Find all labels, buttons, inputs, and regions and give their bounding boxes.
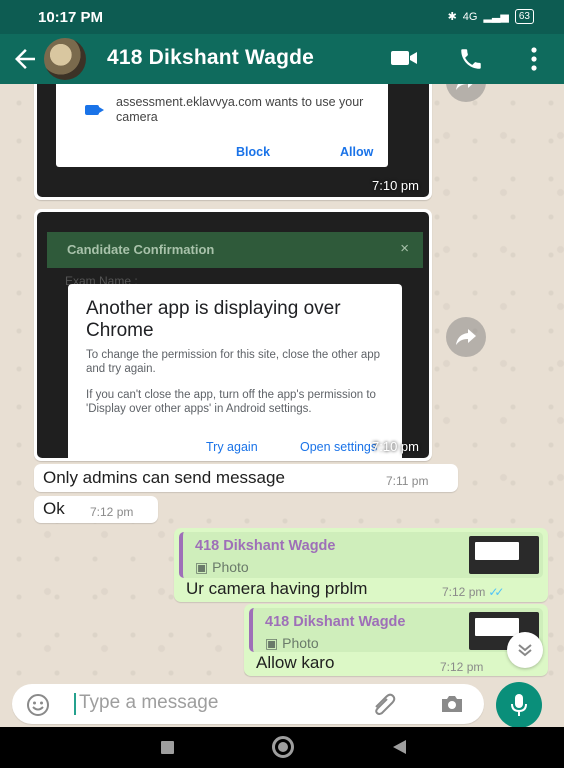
voice-call-icon[interactable] [458, 46, 484, 72]
message-ok[interactable]: Ok 7:12 pm [34, 496, 158, 523]
contact-avatar[interactable] [44, 38, 86, 80]
message-time: 7:12 pm [90, 505, 134, 519]
emoji-icon[interactable] [26, 693, 50, 717]
quoted-sender: 418 Dikshant Wagde [265, 614, 406, 630]
battery-icon: 63 [514, 9, 534, 24]
image-message-camera-permission[interactable]: assessment.eklavvya.com wants to use you… [34, 84, 432, 200]
status-icons: ✱ 4G ▂▃▅ 63 [448, 9, 534, 24]
permission-text: assessment.eklavvya.com wants to use you… [116, 95, 364, 124]
voice-message-button[interactable] [496, 682, 542, 728]
status-time: 10:17 PM [38, 9, 104, 26]
message-outgoing-camera[interactable]: 418 Dikshant Wagde ▣ Photo Ur camera hav… [174, 528, 548, 602]
forward-button[interactable] [446, 84, 486, 102]
scroll-to-bottom-button[interactable] [507, 632, 543, 668]
video-call-icon[interactable] [390, 47, 418, 69]
quoted-type: ▣ Photo [195, 559, 249, 575]
message-text: Allow karo [256, 653, 335, 672]
back-arrow-icon[interactable] [10, 44, 40, 74]
quoted-sender: 418 Dikshant Wagde [195, 538, 336, 554]
message-text: Ur camera having prblm [186, 579, 368, 598]
message-time: 7:10 pm [372, 439, 419, 454]
recent-apps-icon[interactable] [161, 741, 174, 754]
network-label: 4G [462, 10, 478, 23]
camera-icon[interactable] [440, 694, 464, 714]
back-icon[interactable] [393, 740, 406, 754]
dialog-title: Another app is displaying over Chrome [86, 298, 341, 341]
try-again-label: Try again [206, 440, 258, 454]
message-admins-only[interactable]: Only admins can send message 7:11 pm [34, 464, 458, 492]
dialog-paragraph-2: If you can't close the app, turn off the… [86, 389, 376, 415]
open-settings-label: Open settings [300, 440, 378, 454]
forward-icon [456, 84, 473, 90]
microphone-icon [511, 694, 527, 716]
double-chevron-down-icon [518, 644, 532, 657]
message-input[interactable]: Type a message [79, 692, 218, 714]
message-time: 7:12 pm [440, 660, 484, 674]
quoted-message[interactable]: 418 Dikshant Wagde ▣ Photo [249, 608, 543, 652]
dialog-paragraph-1: To change the permission for this site, … [86, 349, 381, 375]
signal-icon: ▂▃▅ [483, 11, 509, 23]
message-input-box[interactable]: Type a message [12, 684, 484, 724]
read-ticks-icon: ✓✓ [488, 585, 504, 599]
close-icon: × [400, 240, 409, 257]
camera-permission-dialog: assessment.eklavvya.com wants to use you… [56, 84, 388, 167]
chat-area[interactable]: assessment.eklavvya.com wants to use you… [0, 84, 564, 682]
bluetooth-icon: ✱ [447, 11, 457, 23]
message-composer: Type a message [0, 682, 564, 728]
more-options-icon[interactable] [530, 46, 538, 72]
image-content: assessment.eklavvya.com wants to use you… [37, 84, 429, 197]
chat-header: 418 Dikshant Wagde [0, 34, 564, 84]
candidate-confirmation-bar: Candidate Confirmation × [47, 232, 423, 268]
forward-button[interactable] [446, 317, 486, 357]
text-cursor [74, 693, 76, 715]
chrome-overlay-dialog: Another app is displaying over Chrome To… [68, 284, 402, 458]
quoted-message[interactable]: 418 Dikshant Wagde ▣ Photo [179, 532, 543, 578]
allow-label: Allow [340, 145, 374, 159]
status-bar: 10:17 PM ✱ 4G ▂▃▅ 63 [0, 0, 564, 34]
contact-name[interactable]: 418 Dikshant Wagde [107, 46, 314, 70]
message-time: 7:11 pm [386, 474, 429, 488]
message-outgoing-allow[interactable]: 418 Dikshant Wagde ▣ Photo Allow karo 7:… [244, 604, 548, 676]
candidate-confirmation-title: Candidate Confirmation [67, 242, 215, 257]
home-icon[interactable] [272, 736, 294, 758]
message-text: Only admins can send message [43, 468, 285, 487]
message-text: Ok [43, 499, 65, 518]
forward-icon [456, 329, 476, 345]
image-message-chrome-overlay[interactable]: Candidate Confirmation × Exam Name : Ano… [34, 209, 432, 461]
quoted-type: ▣ Photo [265, 635, 319, 651]
message-time: 7:12 pm ✓✓ [442, 585, 505, 599]
attach-icon[interactable] [372, 693, 398, 715]
image-content: Candidate Confirmation × Exam Name : Ano… [37, 212, 429, 458]
system-nav-bar [0, 727, 564, 768]
message-time: 7:10 pm [372, 178, 419, 193]
block-label: Block [236, 145, 271, 159]
message-time-value: 7:12 pm [442, 585, 486, 599]
quoted-type-label: Photo [212, 559, 249, 575]
quoted-type-label: Photo [282, 635, 319, 651]
quoted-thumbnail [469, 536, 539, 574]
camera-icon [85, 105, 104, 115]
